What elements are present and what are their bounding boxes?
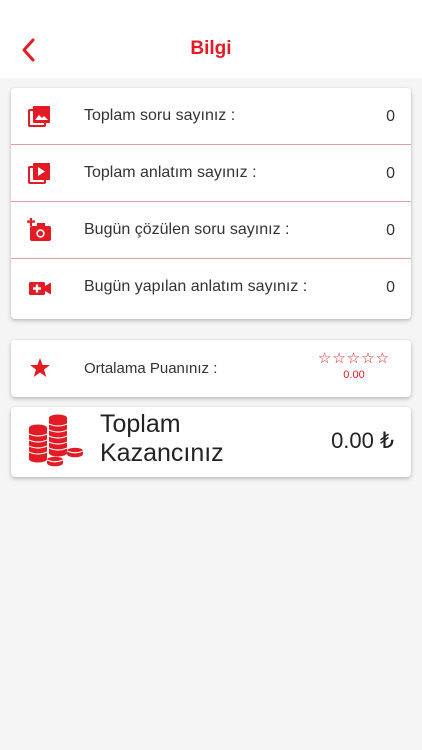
stat-value: 0 (386, 108, 395, 125)
stat-value: 0 (386, 279, 395, 296)
page-title: Bilgi (190, 38, 232, 59)
app-header: Bilgi (0, 0, 422, 78)
rating-row: Ortalama Puanınız : ☆☆☆☆☆ 0.00 (11, 340, 411, 397)
stat-value: 0 (386, 165, 395, 182)
earnings-card: Toplam Kazancınız 0.00 ₺ (11, 407, 411, 477)
stat-row-total-lectures: Toplam anlatım sayınız : 0 (11, 145, 411, 202)
stat-label: Bugün çözülen soru sayınız : (84, 221, 290, 238)
stat-row-total-questions: Toplam soru sayınız : 0 (11, 88, 411, 145)
coins-icon (28, 414, 83, 467)
earnings-value: 0.00 ₺ (331, 428, 394, 453)
stat-row-today-questions: Bugün çözülen soru sayınız : 0 (11, 202, 411, 259)
stat-label: Toplam soru sayınız : (84, 107, 236, 124)
rating-stars: ☆☆☆☆☆ 0.00 (314, 350, 394, 382)
video-camera-plus-icon (29, 282, 51, 295)
earnings-label-line1: Toplam (100, 410, 181, 438)
stats-card: Toplam soru sayınız : 0 Toplam anlatım s… (11, 88, 411, 319)
image-icon (28, 106, 50, 127)
star-outline-icons: ☆☆☆☆☆ (317, 350, 391, 367)
video-play-icon (28, 163, 50, 184)
add-camera-icon (27, 218, 51, 241)
stat-row-today-lectures: Bugün yapılan anlatım sayınız : 0 (11, 259, 411, 316)
stat-label: Bugün yapılan anlatım sayınız : (84, 278, 308, 295)
rating-value: 0.00 (343, 369, 365, 381)
rating-card: Ortalama Puanınız : ☆☆☆☆☆ 0.00 (11, 340, 411, 397)
stat-label: Toplam anlatım sayınız : (84, 164, 257, 181)
stat-value: 0 (386, 222, 395, 239)
star-icon (30, 358, 50, 377)
rating-label: Ortalama Puanınız : (84, 360, 218, 377)
earnings-label: Toplam Kazancınız (100, 410, 224, 468)
earnings-label-line2: Kazancınız (100, 439, 224, 467)
